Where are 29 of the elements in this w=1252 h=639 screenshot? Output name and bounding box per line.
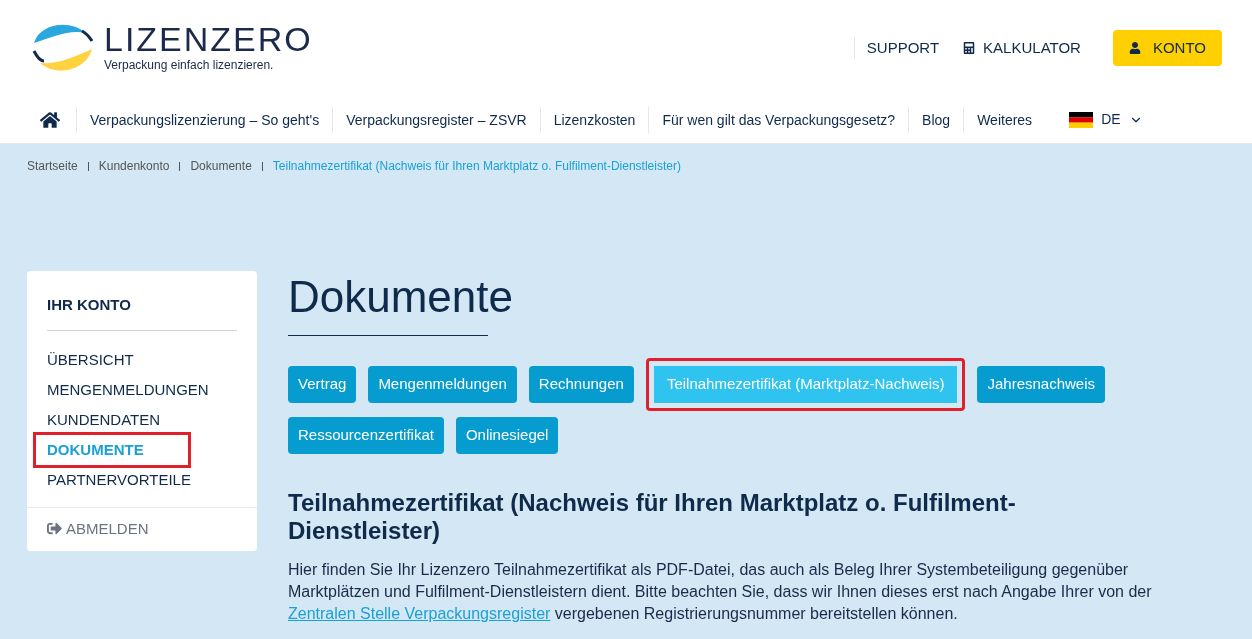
german-flag-icon [1069,111,1094,128]
page-title: Dokumente [288,271,513,323]
nav-link[interactable]: Verpackungslizenzierung – So geht's [76,106,333,133]
logout-link[interactable]: ABMELDEN [47,517,237,540]
sidebar-item[interactable]: KUNDENDATEN [47,404,237,435]
home-icon[interactable] [40,109,60,130]
header-link[interactable]: SUPPORT [853,36,952,60]
breadcrumb-link[interactable]: Dokumente [190,157,252,175]
breadcrumb-link[interactable]: Kundenkonto [98,157,170,175]
section-paragraph: Hier finden Sie Ihr Lizenzero Teilnahmezertifikat als PDF-Datei, das auch als Beleg Ihrer Systembeteiligung gegenüber Marktplätzen und Fulfilment-Dienstleistern dient. Bitte beachten Sie, dass wir Ihnen dieses erst nach Angabe Ihrer von der Zentralen Stelle Verpackungsregister vergebenen Registrierungsnummer bereitstellen können. [288,560,1153,624]
nav-link[interactable]: Blog [908,106,964,133]
user-icon [1128,42,1141,54]
language-selector[interactable]: DE [1069,109,1143,130]
logo-wordmark: LIZENZERO [104,22,313,56]
logout-icon [47,521,62,537]
breadcrumb-link[interactable]: Startseite [27,157,78,175]
account-button[interactable]: KONTO [1112,30,1222,66]
logo-tagline: Verpackung einfach lizenzieren. [104,57,275,74]
sidebar-item[interactable]: PARTNERVORTEILE [47,464,237,495]
header-link[interactable]: KALKULATOR [951,36,1093,60]
nav-link[interactable]: Weiteres [963,106,1046,133]
nav-link[interactable]: Für wen gilt das Verpackungsgesetz? [648,106,909,133]
sidebar-item[interactable]: ÜBERSICHT [47,344,237,375]
nav-link[interactable]: Verpackungsregister – ZSVR [332,106,540,133]
calculator-icon [963,42,976,54]
section-heading: Teilnahmezertifikat (Nachweis für Ihren Marktplatz o. Fulfilment-Dienstleister) [288,489,1017,545]
nav-link[interactable]: Lizenzkosten [539,106,649,133]
sidebar-title: IHR KONTO [47,294,237,331]
sidebar-item[interactable]: MENGENMELDUNGEN [47,374,237,405]
